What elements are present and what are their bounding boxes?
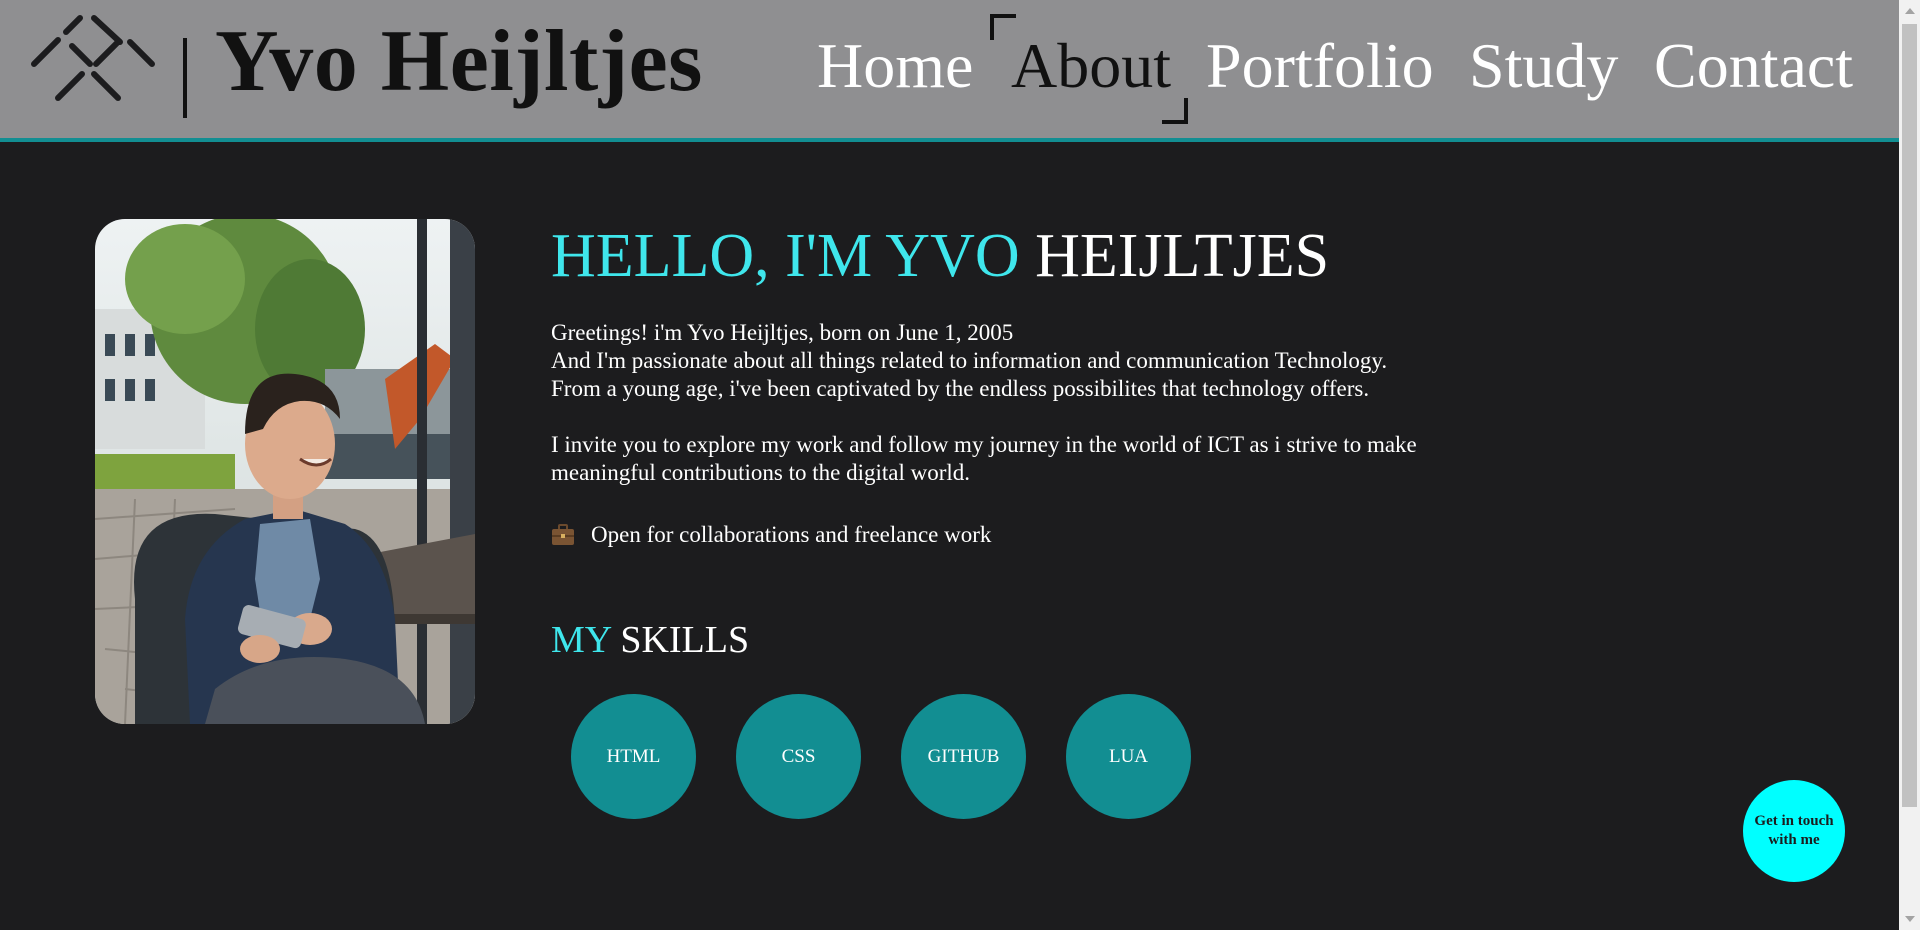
scroll-down-arrow-icon[interactable]	[1905, 916, 1915, 922]
profile-photo-illustration	[95, 219, 475, 724]
brand-name[interactable]: Yvo Heijltjes	[215, 18, 703, 106]
hero-title: HELLO, I'M YVO HEIJLTJES	[551, 220, 1329, 292]
bio-line: And I'm passionate about all things rela…	[551, 348, 1388, 373]
bio-line: From a young age, i've been captivated b…	[551, 376, 1370, 401]
site-header: Yvo Heijltjes Home About Portfolio Study…	[0, 0, 1899, 142]
nav-home[interactable]: Home	[817, 26, 973, 106]
nav-contact[interactable]: Contact	[1654, 26, 1853, 106]
hero-title-accent: HELLO, I'M YVO	[551, 222, 1020, 290]
nav-study[interactable]: Study	[1469, 26, 1618, 106]
bio-line: I invite you to explore my work and foll…	[551, 432, 1417, 485]
skill-label: LUA	[1108, 745, 1149, 767]
active-nav-bracket-top-left	[990, 14, 1016, 40]
bio-text: Greetings! i'm Yvo Heijltjes, born on Ju…	[551, 319, 1551, 487]
page: Yvo Heijltjes Home About Portfolio Study…	[0, 0, 1899, 930]
skill-badge-github[interactable]: GITHUB	[901, 694, 1026, 819]
skills-title-accent: MY	[551, 619, 611, 661]
briefcase-icon	[552, 524, 574, 545]
skill-label: GITHUB	[927, 745, 1000, 767]
skill-label: CSS	[781, 745, 816, 767]
collaboration-text: Open for collaborations and freelance wo…	[591, 522, 992, 547]
logo-divider	[183, 38, 187, 118]
x-lattice-logo-icon[interactable]	[30, 8, 156, 102]
profile-photo	[95, 219, 475, 724]
collaboration-status: Open for collaborations and freelance wo…	[551, 520, 991, 550]
skill-badge-html[interactable]: HTML	[571, 694, 696, 819]
skills-title: MY SKILLS	[551, 618, 749, 662]
bio-line: Greetings! i'm Yvo Heijltjes, born on Ju…	[551, 320, 1014, 345]
skill-badge-lua[interactable]: LUA	[1066, 694, 1191, 819]
scroll-up-arrow-icon[interactable]	[1905, 8, 1915, 14]
skill-label: HTML	[606, 745, 661, 767]
hero-title-rest: HEIJLTJES	[1019, 222, 1330, 290]
get-in-touch-label: Get in touch with me	[1754, 813, 1834, 848]
vertical-scrollbar[interactable]	[1899, 0, 1920, 930]
scrollbar-thumb[interactable]	[1902, 24, 1917, 807]
bio-spacer	[551, 403, 1551, 431]
nav-portfolio[interactable]: Portfolio	[1206, 26, 1434, 106]
skills-title-rest: SKILLS	[610, 619, 750, 661]
skill-badge-css[interactable]: CSS	[736, 694, 861, 819]
get-in-touch-button[interactable]: Get in touch with me	[1743, 780, 1845, 882]
nav-about[interactable]: About	[1011, 26, 1171, 106]
active-nav-bracket-bottom-right	[1162, 98, 1188, 124]
brand-name-text: Yvo Heijltjes	[215, 13, 703, 110]
